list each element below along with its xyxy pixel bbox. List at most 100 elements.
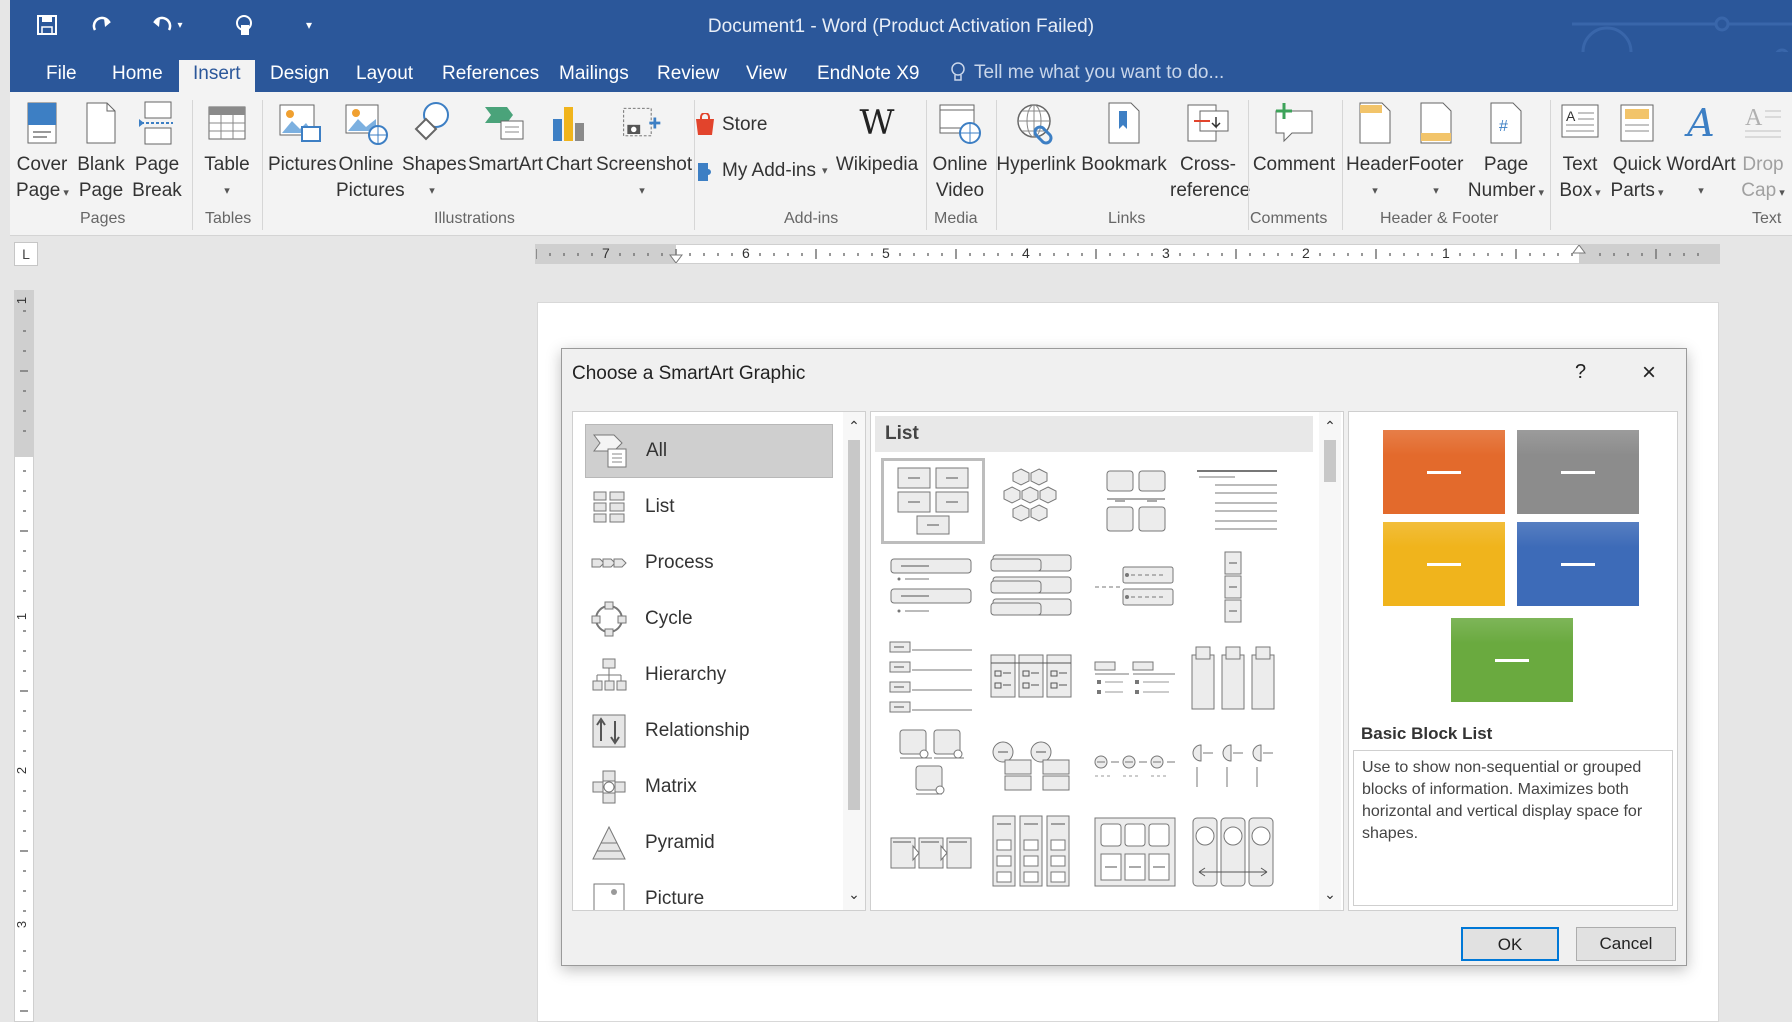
layout-stacked-list[interactable]	[983, 548, 1079, 628]
layout-hexagon-cluster[interactable]	[983, 462, 1079, 542]
comment-label: Comment	[1252, 154, 1336, 175]
vertical-ruler[interactable]: 1 1 2 3	[14, 290, 34, 1022]
category-matrix[interactable]: Matrix	[585, 760, 833, 814]
layout-vertical-boxes[interactable]	[1185, 638, 1281, 718]
text-box-icon: A	[1558, 96, 1602, 150]
layout-grouped-list[interactable]	[983, 812, 1079, 892]
hyperlink-button[interactable]: Hyperlink	[996, 96, 1076, 178]
scroll-thumb[interactable]	[1324, 440, 1336, 482]
quick-parts-button[interactable]: Quick Parts ▾	[1610, 96, 1664, 206]
comment-button[interactable]: Comment	[1248, 96, 1340, 178]
scroll-up-icon[interactable]: ⌃	[1319, 418, 1341, 435]
preview-block-4	[1517, 522, 1639, 606]
group-pages-label: Pages	[80, 210, 126, 227]
scroll-down-icon[interactable]: ⌄	[843, 886, 865, 903]
tab-layout[interactable]: Layout	[342, 60, 427, 92]
layout-alternating-blocks[interactable]	[1089, 462, 1185, 542]
group-separator	[262, 100, 263, 230]
tab-endnote[interactable]: EndNote X9	[803, 60, 933, 92]
category-picture[interactable]: Picture	[585, 872, 833, 910]
screenshot-button[interactable]: Screenshot ▾	[596, 96, 692, 204]
scroll-down-icon[interactable]: ⌄	[1319, 886, 1341, 903]
layout-circle-arrow-list[interactable]	[1185, 812, 1281, 892]
smartart-button[interactable]: SmartArt	[468, 96, 543, 178]
hierarchy-category-icon	[591, 657, 627, 693]
scroll-thumb[interactable]	[848, 440, 860, 810]
layout-picture-grid[interactable]	[1087, 812, 1183, 892]
layout-vertical-bullet-list[interactable]	[883, 548, 979, 628]
wordart-button[interactable]: A WordArt ▾	[1666, 96, 1736, 204]
group-separator	[926, 100, 927, 230]
ribbon-insert: Cover Page ▾ Blank Page Page Break Pages…	[10, 92, 1792, 236]
tab-view[interactable]: View	[732, 60, 801, 92]
tell-me-search[interactable]: Tell me what you want to do...	[950, 62, 1224, 84]
pictures-button[interactable]: Pictures	[268, 96, 337, 178]
preview-block-3	[1383, 522, 1505, 606]
online-pictures-button[interactable]: Online Pictures	[336, 96, 405, 204]
close-button[interactable]: ×	[1634, 359, 1664, 387]
layout-horizontal-bullet-list[interactable]	[1087, 548, 1183, 628]
wikipedia-button[interactable]: W Wikipedia	[834, 96, 920, 178]
picture-category-icon	[591, 881, 627, 910]
page-break-label-2: Break	[132, 180, 182, 201]
horizontal-ruler[interactable]: 7 6 5 4 3 2 1	[535, 244, 1720, 264]
layout-table-list[interactable]	[983, 638, 1079, 718]
category-relationship[interactable]: Relationship	[585, 704, 833, 758]
layout-tabbed-list[interactable]	[883, 638, 979, 718]
category-hierarchy[interactable]: Hierarchy	[585, 648, 833, 702]
tab-design[interactable]: Design	[256, 60, 343, 92]
tab-mailings[interactable]: Mailings	[545, 60, 643, 92]
layout-arrow-block-list[interactable]	[883, 812, 979, 892]
blank-page-button[interactable]: Blank Page	[76, 96, 126, 204]
layout-vertical-box-list[interactable]	[1185, 548, 1281, 628]
pictures-icon	[278, 96, 322, 150]
tab-selector[interactable]: L	[14, 242, 38, 266]
bookmark-button[interactable]: Bookmark	[1078, 96, 1170, 178]
table-button[interactable]: Table ▾	[202, 96, 252, 204]
gallery-scrollbar[interactable]: ⌃ ⌄	[1319, 412, 1341, 910]
category-all[interactable]: All	[585, 424, 833, 478]
vertical-ruler-number: 1	[14, 296, 30, 305]
scroll-up-icon[interactable]: ⌃	[843, 418, 865, 435]
wikipedia-label: Wikipedia	[835, 154, 919, 175]
cancel-button[interactable]: Cancel	[1576, 927, 1676, 961]
tab-review[interactable]: Review	[643, 60, 733, 92]
category-cycle[interactable]: Cycle	[585, 592, 833, 646]
preview-description: Use to show non-sequential or grouped bl…	[1353, 750, 1673, 906]
layout-picture-caption-list[interactable]	[883, 726, 979, 806]
category-list-item[interactable]: List	[585, 480, 833, 534]
shapes-button[interactable]: Shapes ▾	[402, 96, 466, 204]
layout-basic-block-list[interactable]	[881, 458, 985, 544]
category-scrollbar[interactable]: ⌃ ⌄	[843, 412, 865, 910]
tab-file[interactable]: File	[32, 60, 91, 92]
process-category-icon	[591, 545, 627, 581]
header-button[interactable]: Header ▾	[1346, 96, 1408, 204]
page-number-button[interactable]: # Page Number ▾	[1466, 96, 1546, 206]
online-video-button[interactable]: Online Video	[930, 96, 990, 204]
footer-button[interactable]: Footer ▾	[1408, 96, 1464, 204]
pictures-label: Pictures	[268, 154, 337, 175]
cover-page-button[interactable]: Cover Page ▾	[16, 96, 69, 206]
chart-button[interactable]: Chart	[544, 96, 594, 178]
text-box-button[interactable]: A Text Box ▾	[1554, 96, 1606, 206]
comment-icon	[1272, 96, 1316, 150]
layout-half-circle-list[interactable]	[1185, 726, 1281, 806]
tab-insert[interactable]: Insert	[179, 60, 255, 92]
category-pyramid[interactable]: Pyramid	[585, 816, 833, 870]
store-button[interactable]: Store	[694, 112, 767, 138]
layout-lined-list[interactable]	[1189, 462, 1285, 542]
help-button[interactable]: ?	[1575, 361, 1586, 384]
page-break-button[interactable]: Page Break	[132, 96, 182, 204]
ok-button[interactable]: OK	[1461, 927, 1559, 961]
tab-home[interactable]: Home	[98, 60, 177, 92]
my-addins-button[interactable]: My Add-ins ▾	[694, 158, 828, 184]
drop-cap-button[interactable]: A Drop Cap ▾	[1738, 96, 1788, 206]
cross-reference-button[interactable]: Cross- reference	[1170, 96, 1250, 204]
category-process[interactable]: Process	[585, 536, 833, 590]
layout-bullet-circles[interactable]	[1087, 726, 1183, 806]
bookmark-label: Bookmark	[1081, 154, 1167, 175]
layout-lined-bullet-list[interactable]	[1087, 638, 1183, 718]
lightbulb-icon	[951, 62, 965, 81]
tab-references[interactable]: References	[428, 60, 553, 92]
layout-circle-caption-list[interactable]	[983, 726, 1079, 806]
